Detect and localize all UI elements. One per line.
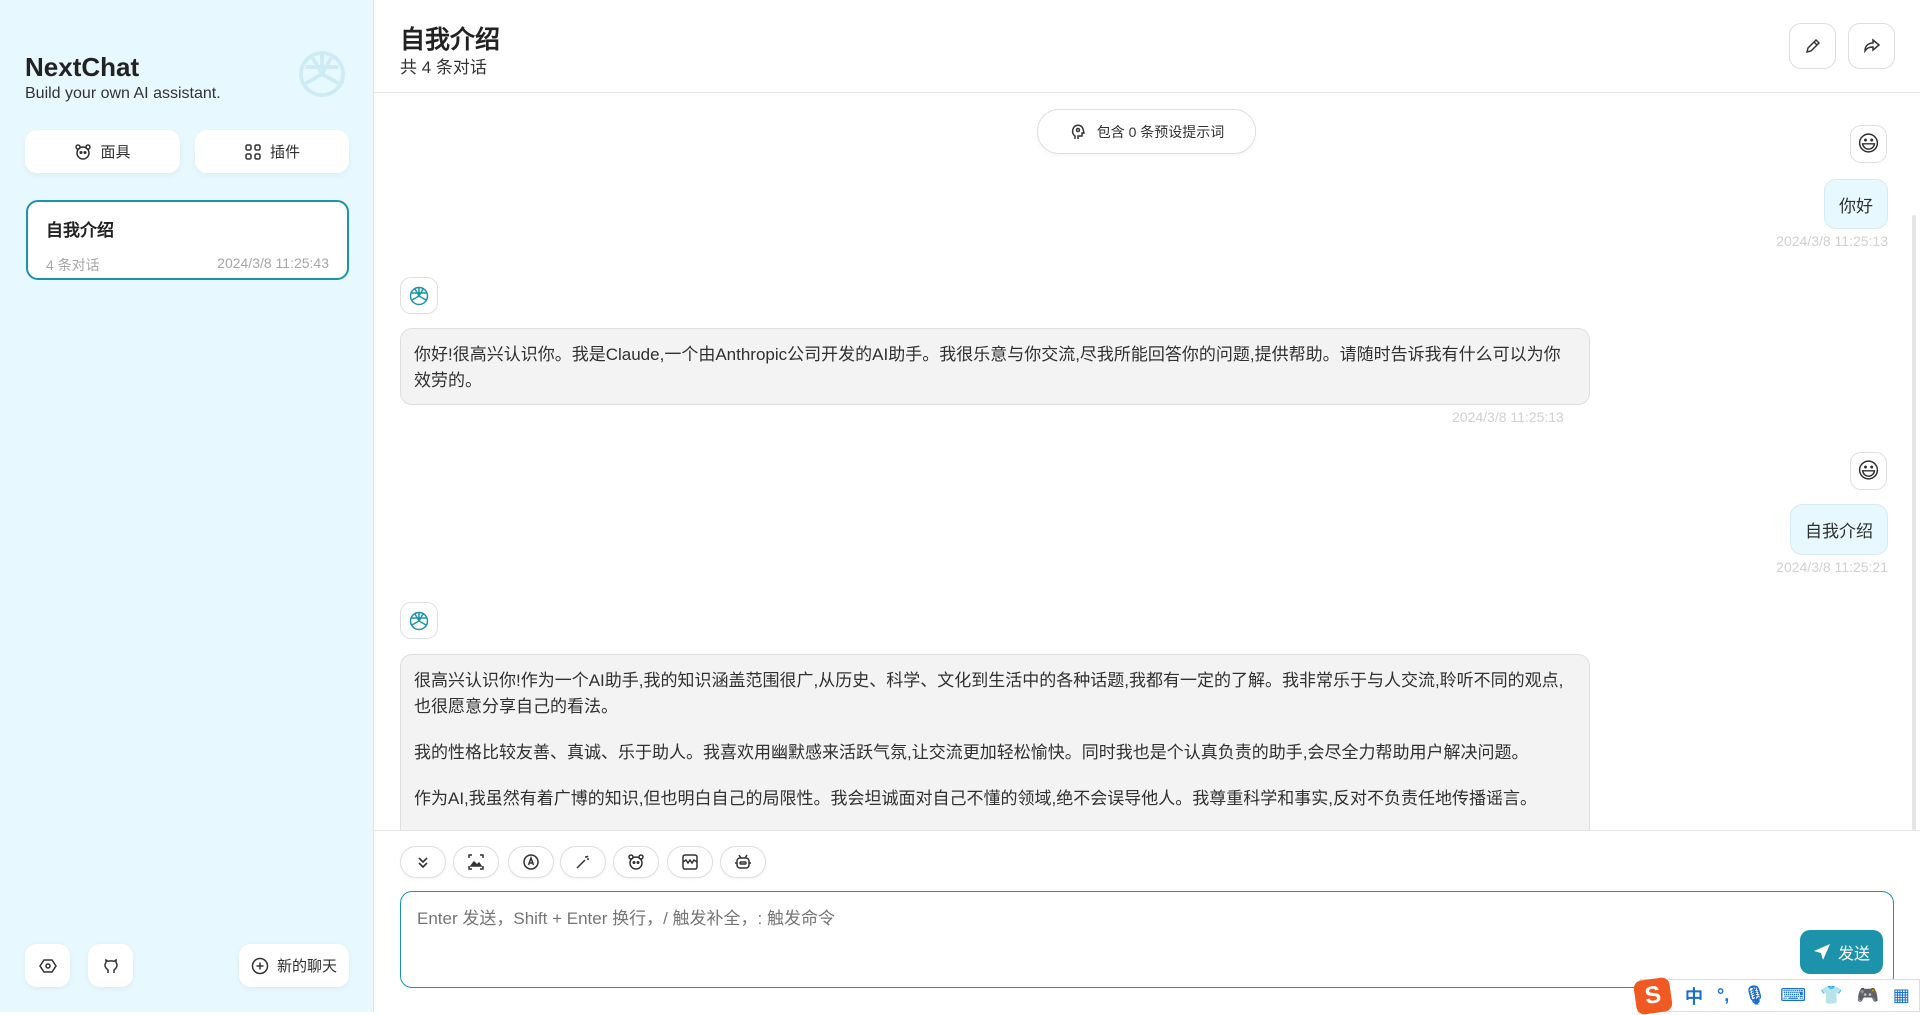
punctuation-icon[interactable]: °, [1717,985,1729,1006]
message-time: 2024/3/8 11:25:21 [1776,559,1888,575]
plugin-label: 插件 [269,144,300,161]
page-title: 自我介绍 [400,26,501,54]
bear-icon [74,143,92,161]
plus-circle-icon [251,957,269,975]
github-icon [102,957,120,975]
chat-scrollbar[interactable] [1912,215,1916,830]
github-button[interactable] [88,944,133,987]
chat-item-title: 自我介绍 [46,221,114,240]
mask-toolbar-button[interactable] [613,846,659,878]
chat-header: 自我介绍 共 4 条对话 [374,0,1920,93]
share-icon [1863,37,1881,55]
preset-prompts-button[interactable]: 包含 0 条预设提示词 [1037,109,1256,154]
brand-title: NextChat [25,52,140,82]
settings-button[interactable] [25,944,70,987]
scroll-to-bottom-button[interactable] [400,846,446,878]
user-avatar: 😃 [1850,125,1887,163]
prompt-button[interactable] [560,846,606,878]
user-avatar: 😃 [1850,452,1887,490]
new-chat-button[interactable]: 新的聊天 [239,944,349,987]
bear-icon [627,853,645,871]
edit-button[interactable] [1789,23,1836,69]
model-switch-button[interactable] [508,846,554,878]
chat-item-time: 2024/3/8 11:25:43 [217,255,329,271]
chat-input[interactable] [400,891,1894,988]
microphone-icon[interactable]: 🎙 [1743,985,1766,1006]
message-time: 2024/3/8 11:25:13 [1452,409,1564,425]
double-chevron-down-icon [415,854,431,870]
upload-image-button[interactable] [453,846,499,878]
clear-context-button[interactable] [667,846,713,878]
robot-icon [734,853,752,871]
message-paragraph: 作为AI,我虽然有着广博的知识,但也明白自己的局限性。我会坦诚面对自己不懂的领域… [414,789,1537,808]
message-paragraph: 很高兴认识你!作为一个AI助手,我的知识涵盖范围很广,从历史、科学、文化到生活中… [414,671,1564,716]
message-paragraph: 我的性格比较友善、真诚、乐于助人。我喜欢用幽默感来活跃气氛,让交流更加轻松愉快。… [414,743,1529,762]
brain-icon [1069,123,1087,141]
game-icon[interactable]: 🎮 [1856,985,1878,1006]
mask-button[interactable]: 面具 [25,130,180,173]
keyboard-icon[interactable]: ⌨ [1780,985,1806,1006]
ime-toolbar[interactable]: S 中 °, 🎙 ⌨ 👕 🎮 ▦ [1632,976,1920,1015]
grid-icon [244,143,262,161]
send-label: 发送 [1837,946,1870,963]
share-button[interactable] [1848,23,1895,69]
mask-label: 面具 [100,144,131,161]
send-icon [1813,943,1831,961]
settings-icon [38,957,57,975]
user-message: 自我介绍 [1790,504,1888,555]
sogou-logo-icon: S [1632,976,1674,1015]
image-icon [468,854,484,870]
apps-icon[interactable]: ▦ [1893,985,1910,1006]
user-message: 你好 [1824,179,1888,229]
brand-subtitle: Build your own AI assistant. [25,85,221,102]
pencil-icon [1804,37,1822,55]
new-chat-label: 新的聊天 [276,958,337,975]
openai-logo-icon [294,46,350,102]
bot-avatar-icon [400,277,438,314]
plugin-button[interactable]: 插件 [195,130,349,173]
send-button[interactable]: 发送 [1800,930,1883,974]
break-icon [681,853,699,871]
chat-list-item[interactable]: 自我介绍 4 条对话 2024/3/8 11:25:43 [26,200,349,280]
assistant-message: 你好!很高兴认识你。我是Claude,一个由Anthropic公司开发的AI助手… [400,328,1590,405]
magic-wand-icon [575,854,591,870]
ime-language[interactable]: 中 [1685,983,1703,1009]
message-time: 2024/3/8 11:25:13 [1776,233,1888,249]
bot-avatar-icon [400,602,438,639]
chat-item-count: 4 条对话 [46,257,100,273]
auto-icon [522,853,540,871]
sidebar: NextChat Build your own AI assistant. 面具… [0,0,374,1012]
preset-prompts-label: 包含 0 条预设提示词 [1096,123,1225,140]
message-count: 共 4 条对话 [400,58,487,77]
skin-icon[interactable]: 👕 [1820,985,1842,1006]
model-select-button[interactable] [720,846,766,878]
